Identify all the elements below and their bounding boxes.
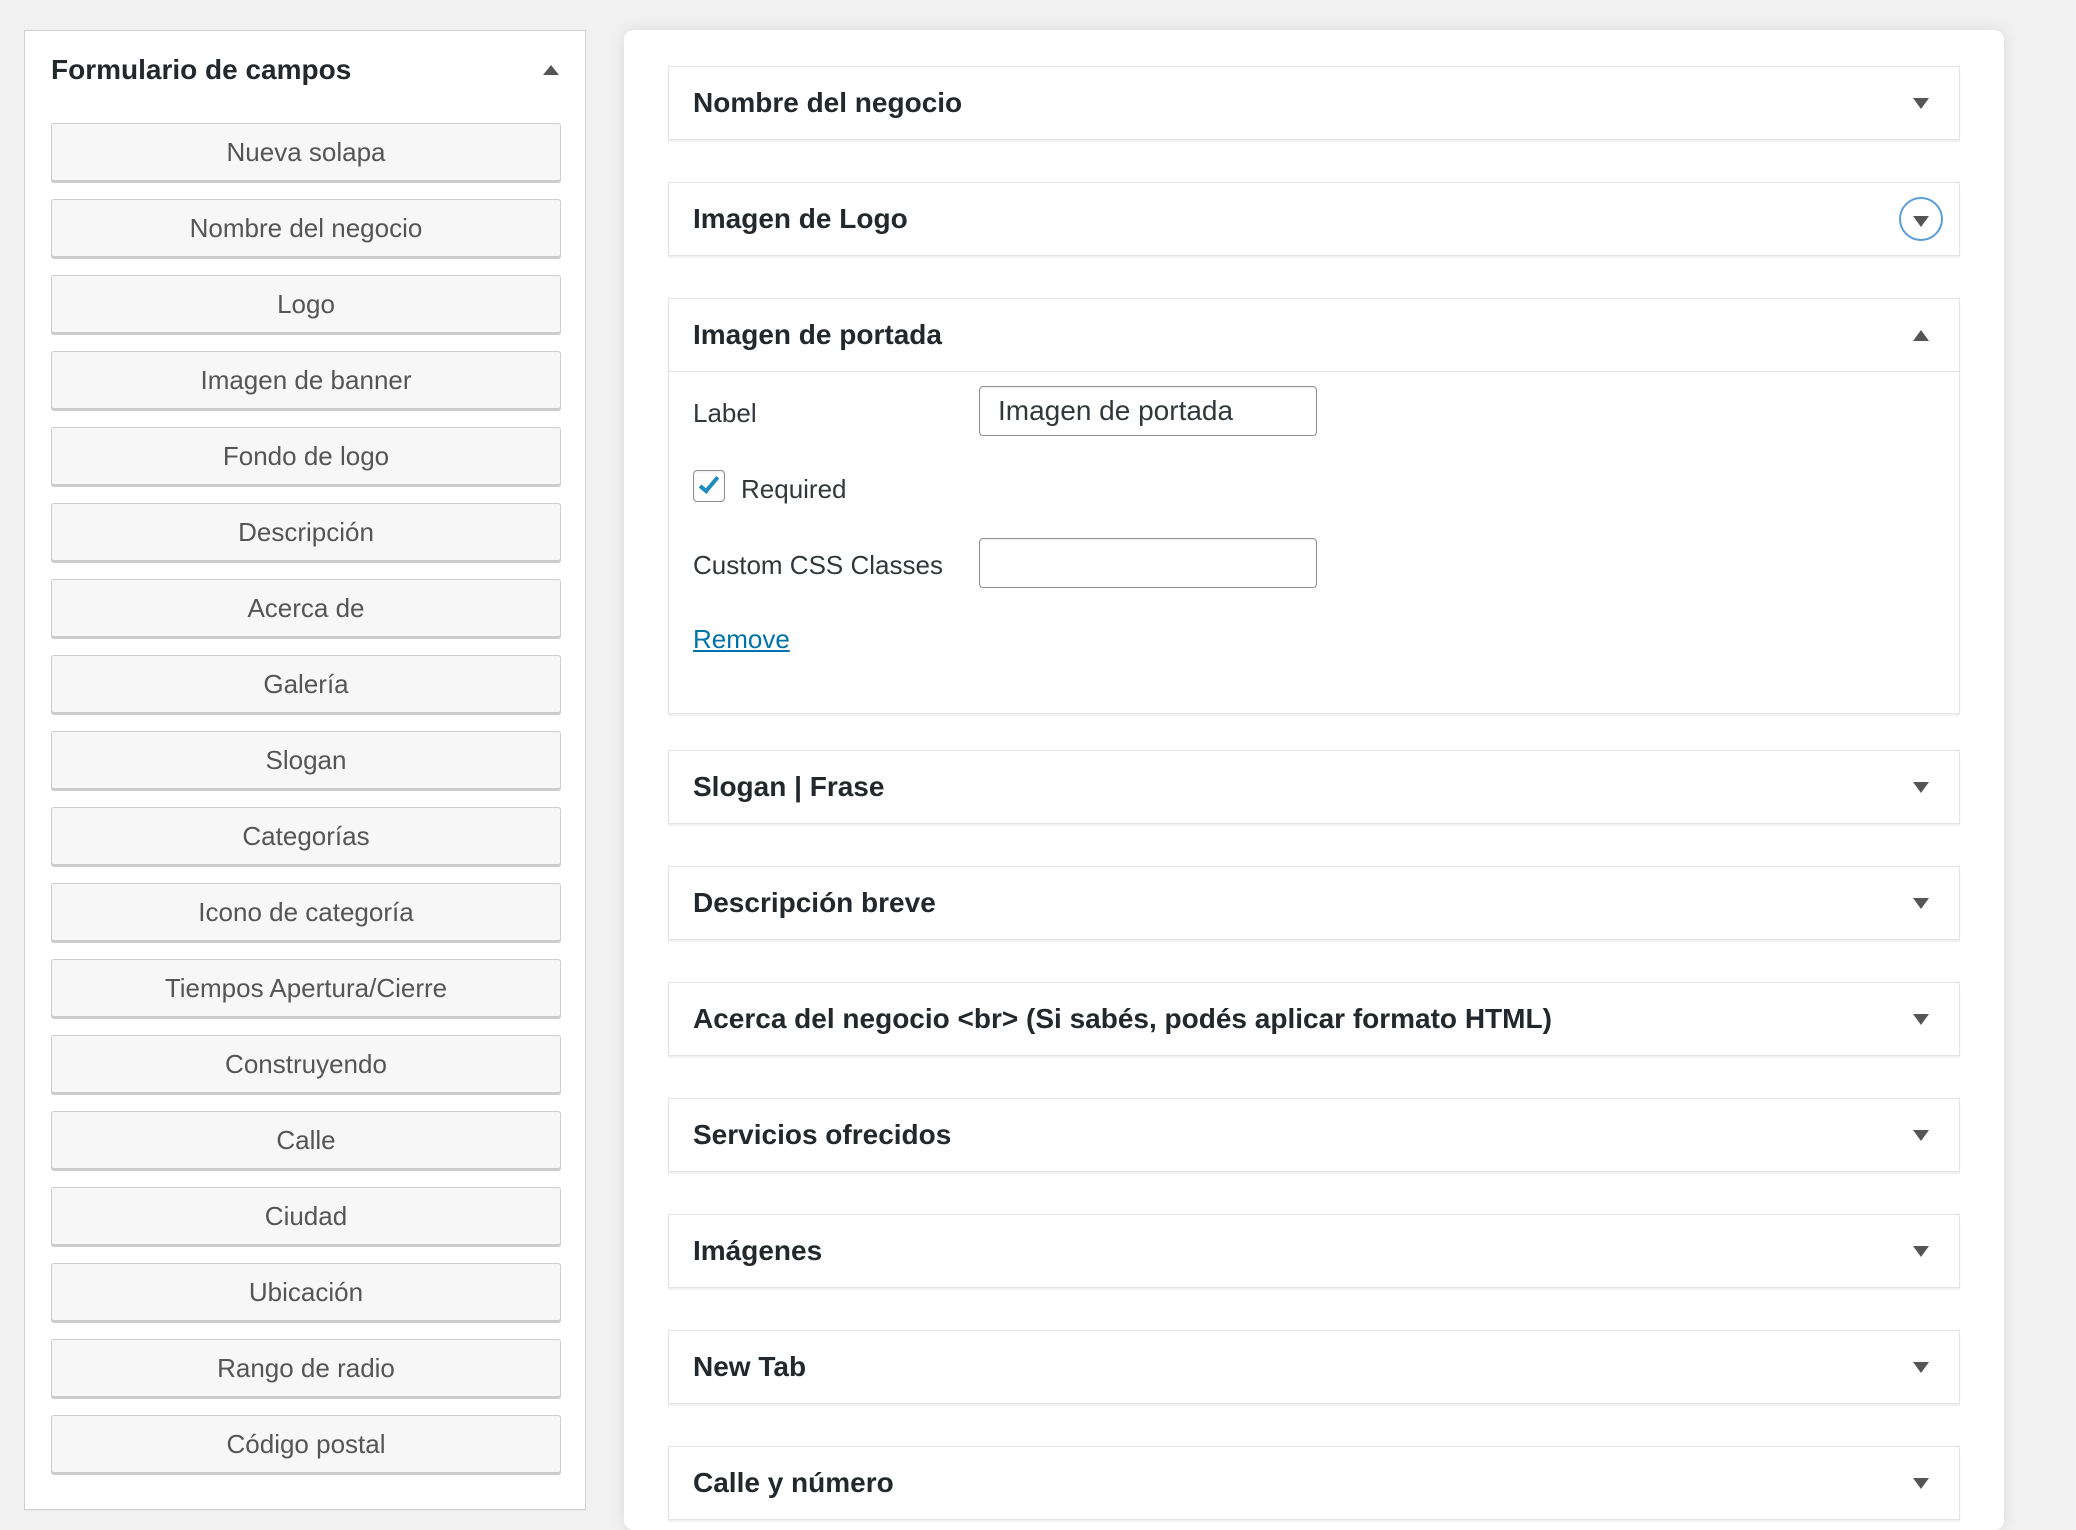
expand-arrow-icon[interactable] [1913, 897, 1929, 909]
add-field-calle-button[interactable]: Calle [51, 1111, 561, 1169]
expand-arrow-icon[interactable] [1913, 1245, 1929, 1257]
add-field-logo-button[interactable]: Logo [51, 275, 561, 333]
collapse-arrow-icon[interactable] [1913, 329, 1929, 341]
fields-palette-panel: Formulario de campos Nueva solapa Nombre… [24, 30, 586, 1510]
expand-arrow-icon[interactable] [1913, 97, 1929, 109]
expand-arrow-icon[interactable] [1913, 781, 1929, 793]
add-field-ciudad-button[interactable]: Ciudad [51, 1187, 561, 1245]
fields-palette-header[interactable]: Formulario de campos [25, 31, 585, 109]
add-field-categorias-button[interactable]: Categorías [51, 807, 561, 865]
field-title: Descripción breve [693, 887, 936, 918]
expand-arrow-icon[interactable] [1913, 1129, 1929, 1141]
expand-arrow-icon[interactable] [1913, 1013, 1929, 1025]
field-accordion-header[interactable]: Servicios ofrecidos [669, 1099, 1959, 1171]
field-accordion: New Tab [668, 1330, 1960, 1404]
add-field-fondo-logo-button[interactable]: Fondo de logo [51, 427, 561, 485]
field-accordion: Slogan | Frase [668, 750, 1960, 824]
label-field-label: Label [693, 398, 757, 428]
field-accordion-header[interactable]: Slogan | Frase [669, 751, 1959, 823]
expand-arrow-icon[interactable] [1913, 1361, 1929, 1373]
field-accordion: Imágenes [668, 1214, 1960, 1288]
field-accordion: Descripción breve [668, 866, 1960, 940]
field-title: Nombre del negocio [693, 87, 963, 118]
field-title: Servicios ofrecidos [693, 1119, 952, 1150]
field-settings: Label Required Custom CSS Classes Remove [669, 371, 1959, 713]
css-classes-label: Custom CSS Classes [693, 550, 943, 580]
field-title: Imagen de portada [693, 319, 942, 350]
add-field-imagen-banner-button[interactable]: Imagen de banner [51, 351, 561, 409]
add-field-acerca-de-button[interactable]: Acerca de [51, 579, 561, 637]
field-title: New Tab [693, 1351, 807, 1382]
field-title: Imágenes [693, 1235, 823, 1266]
focused-toggle[interactable] [1899, 197, 1943, 241]
field-title: Acerca del negocio <br> (Si sabés, podés… [693, 1003, 1552, 1034]
remove-field-link[interactable]: Remove [693, 624, 790, 655]
field-accordion-header[interactable]: New Tab [669, 1331, 1959, 1403]
add-field-ubicacion-button[interactable]: Ubicación [51, 1263, 561, 1321]
field-accordion-header[interactable]: Imagen de portada [669, 299, 1959, 371]
css-classes-input[interactable] [979, 538, 1317, 588]
add-field-tiempos-button[interactable]: Tiempos Apertura/Cierre [51, 959, 561, 1017]
form-builder-panel: Nombre del negocio Imagen de Logo Imagen… [624, 30, 2004, 1530]
field-accordion: Nombre del negocio [668, 66, 1960, 140]
field-title: Calle y número [693, 1467, 894, 1498]
field-title: Imagen de Logo [693, 203, 908, 234]
expand-arrow-icon[interactable] [1913, 1477, 1929, 1489]
field-title: Slogan | Frase [693, 771, 885, 802]
field-accordion-header[interactable]: Imagen de Logo [669, 183, 1959, 255]
field-buttons-list: Nueva solapa Nombre del negocio Logo Ima… [25, 109, 585, 1473]
field-accordion: Imagen de Logo [668, 182, 1960, 256]
expand-arrow-icon [1913, 215, 1929, 227]
add-field-galeria-button[interactable]: Galería [51, 655, 561, 713]
field-accordion-header[interactable]: Descripción breve [669, 867, 1959, 939]
field-accordion: Calle y número [668, 1446, 1960, 1520]
add-field-descripcion-button[interactable]: Descripción [51, 503, 561, 561]
field-accordion-expanded: Imagen de portada Label Required Custom … [668, 298, 1960, 714]
add-field-icono-categoria-button[interactable]: Icono de categoría [51, 883, 561, 941]
field-accordion: Servicios ofrecidos [668, 1098, 1960, 1172]
fields-palette-title: Formulario de campos [51, 54, 352, 85]
field-accordion-header[interactable]: Calle y número [669, 1447, 1959, 1519]
collapse-arrow-icon[interactable] [543, 65, 559, 75]
field-accordion-header[interactable]: Nombre del negocio [669, 67, 1959, 139]
field-accordion-header[interactable]: Acerca del negocio <br> (Si sabés, podés… [669, 983, 1959, 1055]
field-accordion: Acerca del negocio <br> (Si sabés, podés… [668, 982, 1960, 1056]
add-field-nueva-solapa-button[interactable]: Nueva solapa [51, 123, 561, 181]
required-label: Required [741, 474, 847, 504]
label-input[interactable] [979, 386, 1317, 436]
add-field-codigo-postal-button[interactable]: Código postal [51, 1415, 561, 1473]
add-field-rango-radio-button[interactable]: Rango de radio [51, 1339, 561, 1397]
add-field-nombre-negocio-button[interactable]: Nombre del negocio [51, 199, 561, 257]
add-field-slogan-button[interactable]: Slogan [51, 731, 561, 789]
field-accordion-header[interactable]: Imágenes [669, 1215, 1959, 1287]
required-checkbox[interactable] [693, 470, 725, 502]
checkmark-icon [698, 472, 720, 494]
add-field-construyendo-button[interactable]: Construyendo [51, 1035, 561, 1093]
